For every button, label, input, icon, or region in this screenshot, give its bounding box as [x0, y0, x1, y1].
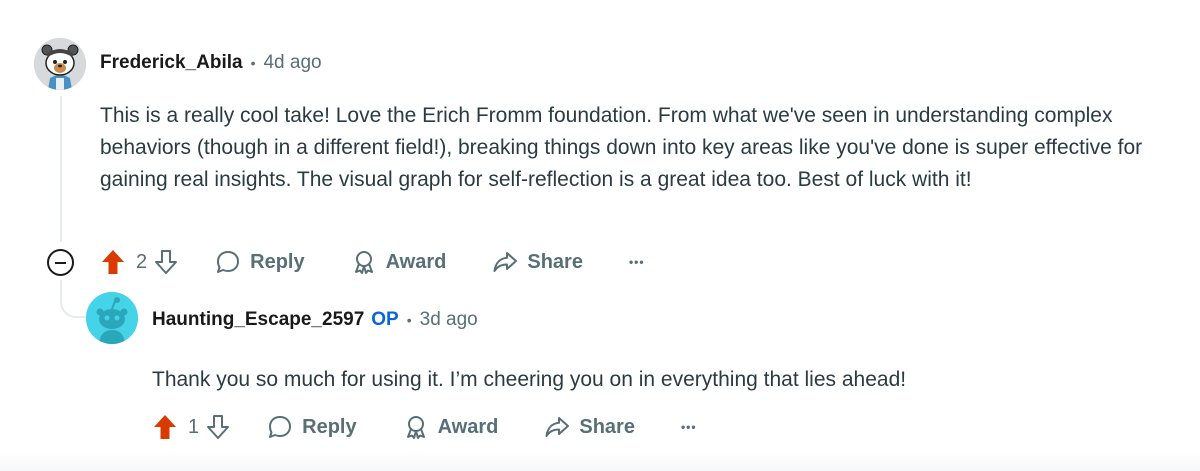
share-arrow-icon: [545, 417, 570, 437]
ellipsis-icon: •••: [628, 255, 645, 269]
snoo-avatar-icon: [34, 38, 86, 90]
comment-bubble-icon: [269, 416, 292, 438]
award-button[interactable]: Award: [351, 246, 447, 278]
op-badge: OP: [371, 309, 399, 330]
ellipsis-icon: •••: [680, 420, 697, 434]
downvote-arrow-icon: [155, 250, 178, 274]
meta-separator: •: [250, 55, 256, 71]
award-button[interactable]: Award: [403, 411, 499, 443]
avatar[interactable]: [34, 38, 86, 90]
bottom-fade: [0, 449, 1200, 471]
comment-meta: Haunting_Escape_2597 OP • 3d ago: [152, 309, 478, 331]
comment-bubble-icon: [217, 251, 240, 273]
share-button[interactable]: Share: [492, 246, 583, 278]
comment-timestamp[interactable]: 4d ago: [263, 52, 321, 74]
reply-label: Reply: [302, 415, 357, 438]
upvote-arrow-icon: [154, 415, 176, 439]
vote-group: 1: [152, 411, 231, 443]
upvote-button[interactable]: [152, 411, 178, 443]
share-label: Share: [579, 415, 635, 438]
thread-line[interactable]: [60, 96, 62, 242]
comment-meta: Frederick_Abila • 4d ago: [100, 52, 322, 74]
reply-label: Reply: [250, 250, 305, 273]
meta-separator: •: [406, 312, 412, 328]
award-label: Award: [385, 250, 447, 273]
award-label: Award: [437, 415, 499, 438]
username[interactable]: Frederick_Abila: [100, 52, 243, 74]
share-button[interactable]: Share: [544, 411, 635, 443]
vote-count: 1: [188, 415, 200, 438]
comment-timestamp[interactable]: 3d ago: [420, 309, 478, 331]
more-options-button[interactable]: •••: [681, 411, 697, 443]
downvote-button[interactable]: [153, 246, 179, 278]
more-options-button[interactable]: •••: [629, 246, 645, 278]
upvote-arrow-icon: [102, 250, 124, 274]
comment-action-bar: 2 Reply Award Share •••: [100, 246, 645, 278]
username[interactable]: Haunting_Escape_2597: [152, 309, 364, 331]
reply-button[interactable]: Reply: [215, 246, 305, 278]
downvote-button[interactable]: [205, 411, 231, 443]
reply-button[interactable]: Reply: [267, 411, 357, 443]
upvote-button[interactable]: [100, 246, 126, 278]
award-icon: [406, 416, 425, 439]
vote-group: 2: [100, 246, 179, 278]
default-snoo-avatar-icon: [86, 292, 138, 344]
reply-thread-connector: [60, 280, 86, 318]
comment-action-bar: 1 Reply Award Share •••: [152, 411, 697, 443]
comment-body: This is a really cool take! Love the Eri…: [100, 104, 1143, 191]
vote-count: 2: [136, 250, 148, 273]
minus-icon: [55, 261, 66, 264]
avatar[interactable]: [86, 292, 138, 344]
share-label: Share: [527, 250, 583, 273]
collapse-thread-button[interactable]: [47, 249, 74, 276]
downvote-arrow-icon: [207, 415, 230, 439]
award-icon: [354, 251, 373, 274]
comment-body: Thank you so much for using it. I’m chee…: [152, 368, 907, 391]
share-arrow-icon: [493, 252, 518, 272]
